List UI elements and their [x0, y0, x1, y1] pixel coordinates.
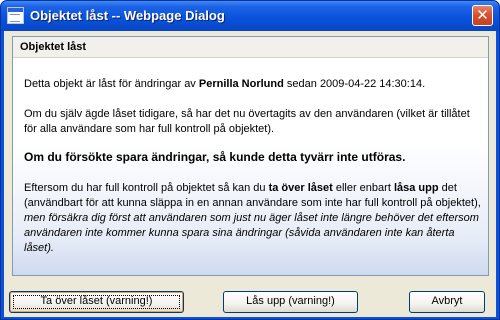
save-failed-text: Om du försökte spara ändringar, så kunde…: [24, 150, 406, 164]
take-over-lock-button[interactable]: Ta över låset (varning!): [9, 291, 184, 313]
lock-info-mid: sedan: [283, 78, 320, 90]
cancel-button[interactable]: Avbryt: [409, 291, 485, 313]
takeover-info-text: Om du själv ägde låset tidigare, så har …: [24, 108, 470, 135]
window-title: Objektet låst -- Webpage Dialog: [30, 8, 225, 23]
options-unlock-term: låsa upp: [393, 182, 439, 194]
options-text-a: Eftersom du har full kontroll på objekte…: [24, 182, 269, 194]
options-warning-text: men försäkra dig först att användaren so…: [24, 212, 479, 254]
webpage-dialog-icon: [7, 7, 24, 24]
button-bar: Ta över låset (varning!) Lås upp (varnin…: [4, 283, 496, 317]
unlock-button[interactable]: Lås upp (varning!): [223, 291, 358, 313]
lock-info-prefix: Detta objekt är låst för ändringar av: [24, 78, 199, 90]
focus-rectangle: [13, 295, 180, 309]
lock-info-suffix: .: [422, 78, 426, 90]
lock-owner-name: Pernilla Norlund: [198, 78, 284, 90]
close-button[interactable]: ✕: [472, 5, 493, 26]
options-info-text: Eftersom du har full kontroll på objekte…: [24, 181, 484, 256]
dialog-window: Objektet låst -- Webpage Dialog ✕ Objekt…: [0, 0, 500, 320]
message-panel: Objektet låst Detta objekt är låst för ä…: [12, 36, 489, 276]
lock-timestamp: 2009-04-22 14:30:14: [319, 78, 423, 90]
panel-header: Objektet låst: [13, 37, 488, 58]
dialog-client-area: Objektet låst Detta objekt är låst för ä…: [4, 31, 496, 317]
lock-info-text: Detta objekt är låst för ändringar av Pe…: [24, 77, 484, 92]
title-bar[interactable]: Objektet låst -- Webpage Dialog ✕: [1, 1, 499, 31]
panel-title: Objektet låst: [20, 41, 87, 53]
options-text-c: eller enbart: [332, 182, 394, 194]
options-take-over-term: ta över låset: [268, 182, 333, 194]
